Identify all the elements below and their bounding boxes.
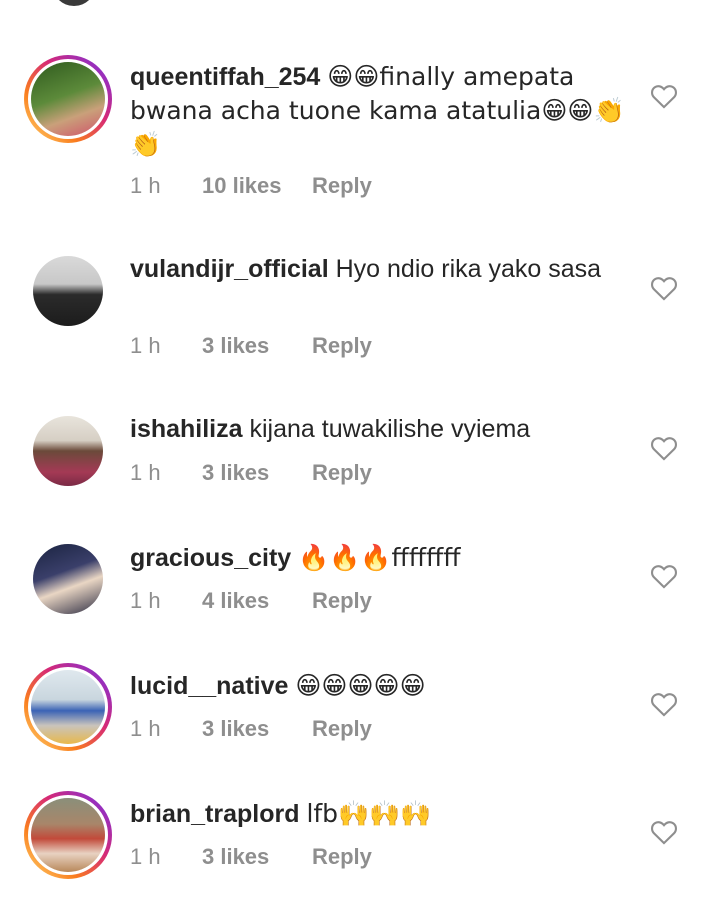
comment-time: 1 h <box>130 460 161 485</box>
comment-likes[interactable]: 3 likes <box>202 844 312 870</box>
heart-outline-icon[interactable] <box>650 435 678 461</box>
avatar-partial-previous-comment <box>52 0 96 6</box>
comment-text: queentiffah_254 😁😁finally amepata bwana … <box>130 60 640 162</box>
comment-text: ishahiliza kijana tuwakilishe vyiema <box>130 413 640 446</box>
comment-body: Hyo ndio rika yako sasa <box>335 255 602 283</box>
heart-outline-icon[interactable] <box>650 275 678 301</box>
comment-time: 1 h <box>130 333 161 358</box>
avatar[interactable] <box>24 55 112 143</box>
comment-body: kijana tuwakilishe vyiema <box>249 415 531 443</box>
comment-text: lucid__native 😁😁😁😁😁 <box>130 669 640 703</box>
comment-meta: 1 h 3 likes Reply <box>130 844 372 870</box>
comment-body: 🔥🔥🔥ffffffff <box>298 543 461 572</box>
comment-body: 😁😁😁😁😁 <box>295 671 426 700</box>
comment-text: brian_traplord lfb🙌🙌🙌 <box>130 797 640 831</box>
heart-outline-icon[interactable] <box>650 691 678 717</box>
comment-text: gracious_city 🔥🔥🔥ffffffff <box>130 541 640 575</box>
comment-username[interactable]: lucid__native <box>130 672 288 700</box>
reply-button[interactable]: Reply <box>312 173 372 199</box>
comment-likes[interactable]: 3 likes <box>202 716 312 742</box>
avatar[interactable] <box>24 535 112 623</box>
comment-likes[interactable]: 3 likes <box>202 460 312 486</box>
reply-button[interactable]: Reply <box>312 844 372 870</box>
comment-likes[interactable]: 10 likes <box>202 173 312 199</box>
comment-meta: 1 h 4 likes Reply <box>130 588 372 614</box>
heart-outline-icon[interactable] <box>650 83 678 109</box>
reply-button[interactable]: Reply <box>312 588 372 614</box>
avatar[interactable] <box>24 247 112 335</box>
avatar[interactable] <box>24 663 112 751</box>
comment-meta: 1 h 10 likes Reply <box>130 173 372 199</box>
comment-meta: 1 h 3 likes Reply <box>130 460 372 486</box>
comment-time: 1 h <box>130 588 161 613</box>
comment-time: 1 h <box>130 716 161 741</box>
avatar[interactable] <box>24 791 112 879</box>
heart-outline-icon[interactable] <box>650 563 678 589</box>
comment-username[interactable]: ishahiliza <box>130 415 243 443</box>
heart-outline-icon[interactable] <box>650 819 678 845</box>
comment-username[interactable]: brian_traplord <box>130 800 299 828</box>
comment-time: 1 h <box>130 173 161 198</box>
comment-likes[interactable]: 4 likes <box>202 588 312 614</box>
reply-button[interactable]: Reply <box>312 716 372 742</box>
comment-username[interactable]: queentiffah_254 <box>130 63 320 91</box>
comment-username[interactable]: gracious_city <box>130 544 291 572</box>
reply-button[interactable]: Reply <box>312 460 372 486</box>
reply-button[interactable]: Reply <box>312 333 372 359</box>
avatar[interactable] <box>24 407 112 495</box>
comment-body: lfb🙌🙌🙌 <box>306 799 432 828</box>
comment-meta: 1 h 3 likes Reply <box>130 716 372 742</box>
comment-text: vulandijr_official Hyo ndio rika yako sa… <box>130 253 640 286</box>
comment-likes[interactable]: 3 likes <box>202 333 312 359</box>
comment-time: 1 h <box>130 844 161 869</box>
comment-meta: 1 h 3 likes Reply <box>130 333 372 359</box>
comment-username[interactable]: vulandijr_official <box>130 255 329 283</box>
